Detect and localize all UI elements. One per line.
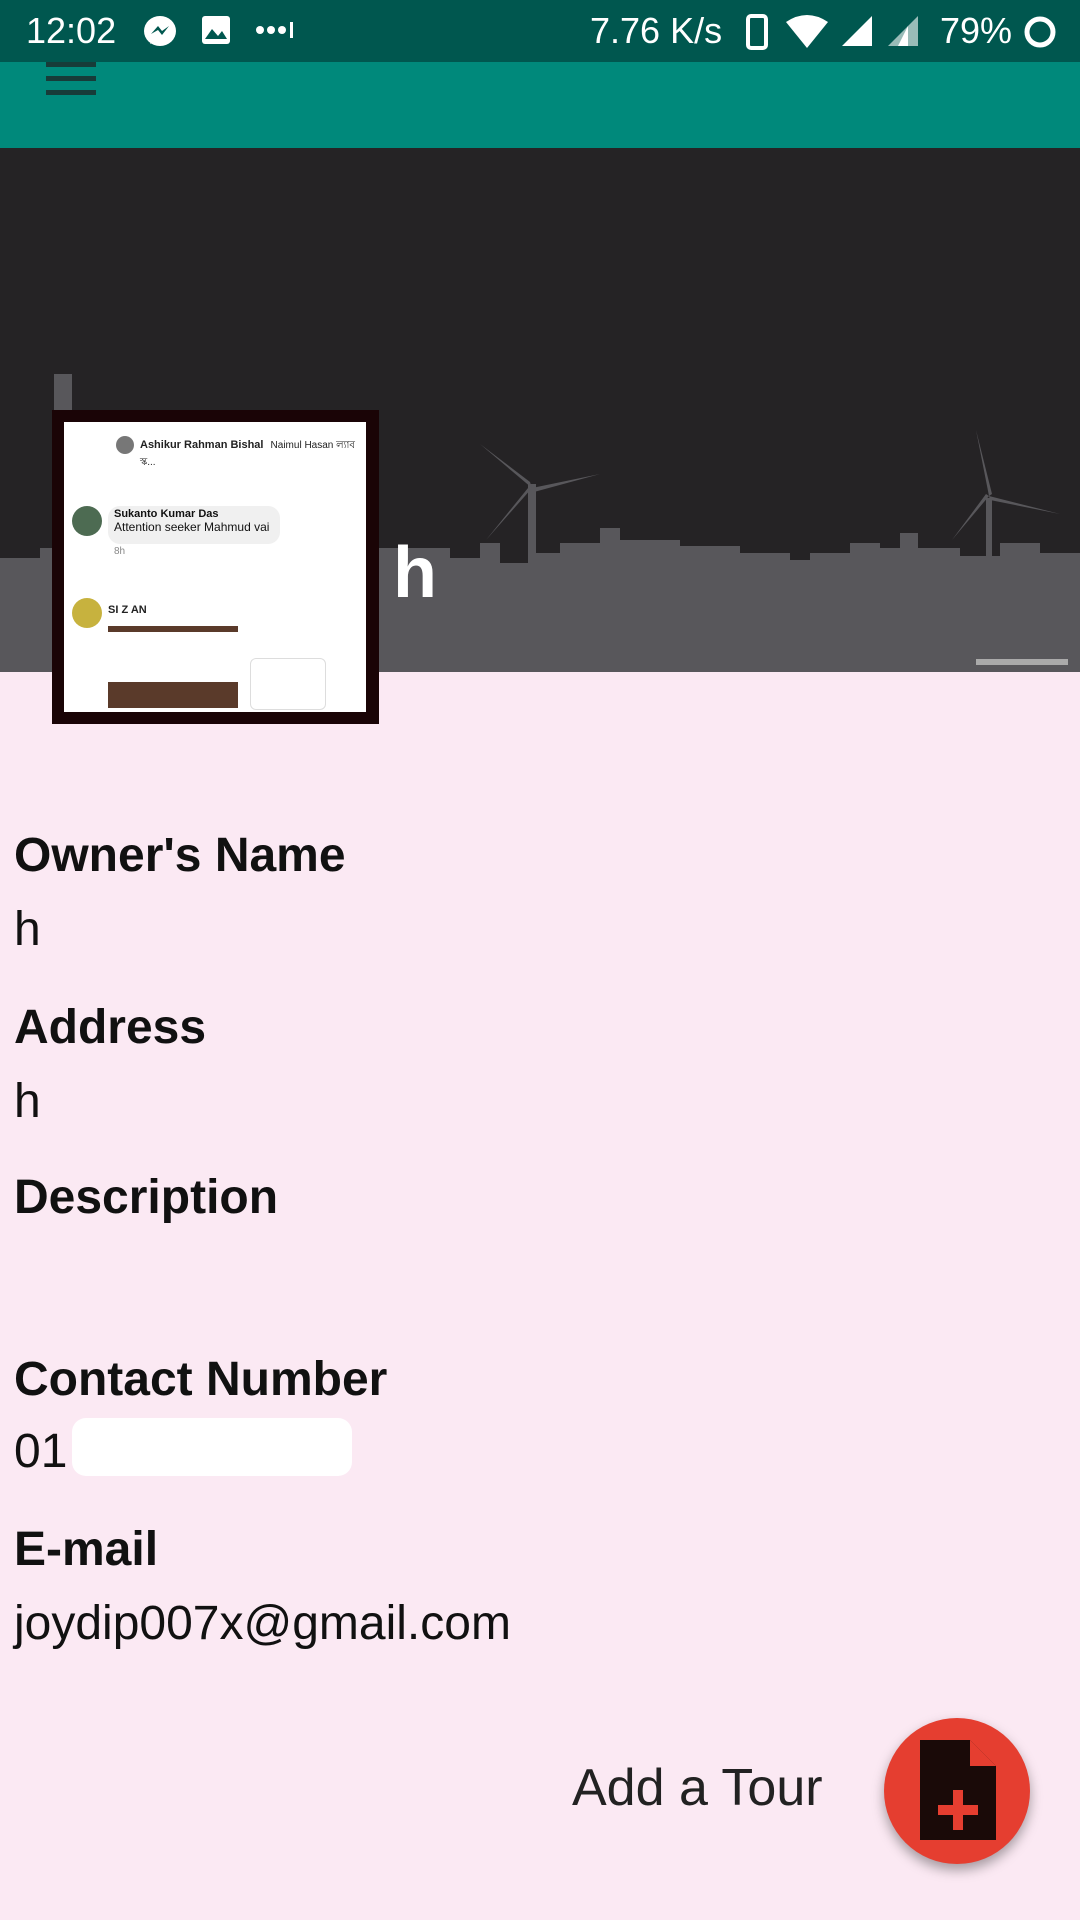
address-value: h <box>14 1075 41 1128</box>
add-tour-button[interactable] <box>884 1718 1030 1864</box>
redaction <box>108 632 258 682</box>
status-time: 12:02 <box>26 10 117 51</box>
profile-image[interactable]: Ashikur Rahman Bishal Naimul Hasan ল্যাব… <box>52 410 379 724</box>
address-label: Address <box>14 1001 207 1054</box>
messenger-icon <box>144 16 176 46</box>
battery-circle-icon <box>1024 16 1056 48</box>
network-speed: 7.76 K/s <box>590 10 723 51</box>
redaction <box>250 658 326 710</box>
battery-percent: 79% <box>940 10 1013 51</box>
contact-number-label: Contact Number <box>14 1353 388 1406</box>
hamburger-menu-icon[interactable] <box>46 62 98 98</box>
contact-number-value: 01 <box>14 1425 68 1478</box>
description-label: Description <box>14 1171 279 1224</box>
signal-icon <box>842 16 872 46</box>
email-value: joydip007x@gmail.com <box>14 1597 511 1650</box>
gallery-icon <box>202 16 230 44</box>
phone-redaction <box>72 1418 352 1476</box>
wifi-icon <box>786 15 828 48</box>
post-2-text: Attention seeker Mahmud vai <box>114 520 270 534</box>
profile-image-content: Ashikur Rahman Bishal Naimul Hasan ল্যাব… <box>64 422 366 712</box>
status-bar: 12:02 7.76 K/s 79% <box>0 0 1080 62</box>
post-3-name: SI Z AN <box>108 604 147 616</box>
phone-icon <box>746 14 768 50</box>
add-document-icon <box>920 1740 996 1840</box>
comment-bubble: Sukanto Kumar Das Attention seeker Mahmu… <box>108 506 280 544</box>
post-2-name: Sukanto Kumar Das <box>114 508 219 520</box>
avatar <box>116 436 134 454</box>
avatar <box>72 506 102 536</box>
signal-icon-2 <box>888 16 918 46</box>
email-label: E-mail <box>14 1523 159 1576</box>
owner-name-label: Owner's Name <box>14 829 346 882</box>
add-tour-label[interactable]: Add a Tour <box>572 1758 823 1818</box>
post-1-name: Ashikur Rahman Bishal <box>140 439 264 451</box>
post-2-time: 8h <box>114 546 126 557</box>
avatar <box>72 598 102 628</box>
owner-name-value: h <box>14 903 41 956</box>
header-title: h <box>393 533 437 613</box>
more-dots-icon <box>256 22 293 38</box>
app-toolbar <box>0 62 1080 148</box>
